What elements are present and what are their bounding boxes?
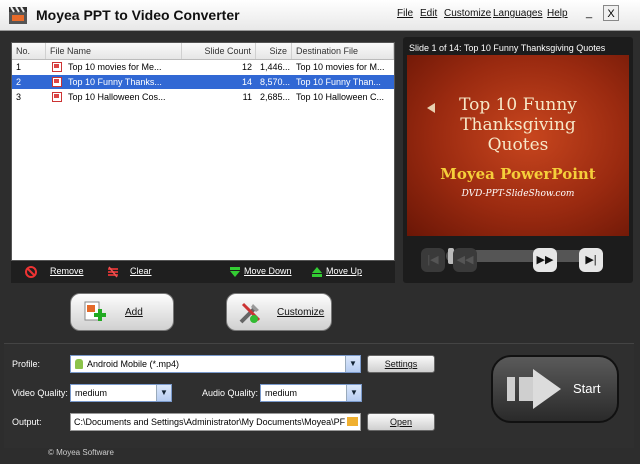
- col-size[interactable]: Size: [256, 43, 292, 59]
- copyright-text: © Moyea Software: [48, 448, 114, 457]
- col-no[interactable]: No.: [12, 43, 46, 59]
- slide-preview: Top 10 Funny Thanksgiving Quotes Moyea P…: [407, 55, 629, 236]
- first-slide-button[interactable]: |◀: [421, 248, 445, 272]
- output-label: Output:: [12, 417, 42, 427]
- slide-url-text: DVD-PPT-SlideShow.com: [461, 189, 575, 199]
- start-arrow-icon: [507, 369, 561, 409]
- skip-first-icon: |◀: [427, 254, 439, 266]
- slide-brand-text: Moyea PowerPoint: [440, 165, 596, 183]
- settings-button[interactable]: Settings: [367, 355, 435, 373]
- row-no: 2: [16, 77, 22, 87]
- arrow-down-icon: [230, 267, 240, 277]
- add-label: Add: [125, 307, 143, 318]
- open-button[interactable]: Open: [367, 413, 435, 431]
- customize-label: Customize: [277, 307, 325, 318]
- menu-help[interactable]: Help: [547, 8, 568, 19]
- audio-quality-select[interactable]: medium ▼: [260, 384, 362, 402]
- video-quality-label: Video Quality:: [12, 388, 68, 398]
- menu-file[interactable]: File: [397, 8, 413, 19]
- menu-customize[interactable]: Customize: [444, 8, 491, 19]
- ppt-file-icon: [52, 62, 62, 72]
- android-icon: [75, 359, 83, 369]
- ppt-file-icon: [52, 77, 62, 87]
- file-list-header: No. File Name Slide Count Size Destinati…: [12, 43, 394, 60]
- audio-quality-value: medium: [265, 388, 298, 398]
- profile-value: Android Mobile (*.mp4): [87, 359, 180, 369]
- col-slide-count[interactable]: Slide Count: [182, 43, 256, 59]
- output-path-value: C:\Documents and Settings\Administrator\…: [74, 417, 346, 427]
- menu-edit[interactable]: Edit: [420, 8, 437, 19]
- chevron-down-icon[interactable]: ▼: [345, 356, 360, 372]
- row-file-name: Top 10 Funny Thanks...: [68, 77, 162, 87]
- row-destination: Top 10 movies for M...: [296, 62, 385, 72]
- video-quality-value: medium: [75, 388, 108, 398]
- row-destination: Top 10 Funny Than...: [296, 77, 381, 87]
- file-list[interactable]: No. File Name Slide Count Size Destinati…: [11, 42, 395, 261]
- preview-title: Slide 1 of 14: Top 10 Funny Thanksgiving…: [409, 43, 606, 53]
- slide-text-line: Quotes: [487, 135, 549, 155]
- customize-button[interactable]: Customize: [226, 293, 332, 331]
- output-path-input[interactable]: C:\Documents and Settings\Administrator\…: [70, 413, 361, 431]
- remove-button[interactable]: Remove: [50, 266, 84, 276]
- tools-icon: [239, 302, 261, 324]
- table-row[interactable]: 1 Top 10 movies for Me... 12 1,446... To…: [12, 60, 394, 74]
- start-label: Start: [573, 381, 601, 396]
- list-toolbar: Remove Clear Move Down Move Up: [11, 261, 395, 283]
- remove-icon: [25, 266, 37, 278]
- table-row-selected[interactable]: 2 Top 10 Funny Thanks... 14 8,570... Top…: [12, 75, 394, 89]
- row-size: 2,685...: [260, 92, 291, 102]
- row-file-name: Top 10 Halloween Cos...: [68, 92, 166, 102]
- menu-languages[interactable]: Languages: [493, 8, 543, 19]
- row-destination: Top 10 Halloween C...: [296, 92, 385, 102]
- row-size: 8,570...: [260, 77, 291, 87]
- chevron-down-icon[interactable]: ▼: [156, 385, 171, 401]
- move-down-button[interactable]: Move Down: [244, 266, 292, 276]
- audio-quality-label: Audio Quality:: [202, 388, 259, 398]
- arrow-up-icon: [312, 267, 322, 277]
- profile-select[interactable]: Android Mobile (*.mp4) ▼: [70, 355, 361, 373]
- profile-label: Profile:: [12, 359, 41, 369]
- slide-text-line: Top 10 Funny: [459, 95, 577, 115]
- preview-panel: Slide 1 of 14: Top 10 Funny Thanksgiving…: [403, 37, 633, 283]
- clear-button[interactable]: Clear: [130, 266, 152, 276]
- start-button[interactable]: Start: [491, 355, 619, 423]
- move-up-button[interactable]: Move Up: [326, 266, 362, 276]
- row-no: 3: [16, 92, 22, 102]
- next-slide-button[interactable]: ▶▶: [533, 248, 557, 272]
- col-file-name[interactable]: File Name: [46, 43, 182, 59]
- ppt-file-icon: [52, 92, 62, 102]
- app-window: Moyea PPT to Video Converter File Edit C…: [0, 0, 640, 464]
- film-clapper-icon: [9, 6, 27, 24]
- prev-slide-button[interactable]: ◀◀: [453, 248, 477, 272]
- slide-text-line: Thanksgiving: [460, 115, 576, 135]
- row-size: 1,446...: [260, 62, 291, 72]
- add-ppt-icon: [84, 301, 106, 321]
- window-title: Moyea PPT to Video Converter: [36, 7, 240, 23]
- chevron-down-icon[interactable]: ▼: [346, 385, 361, 401]
- row-slide-count: 11: [242, 92, 252, 102]
- title-bar: Moyea PPT to Video Converter File Edit C…: [0, 0, 640, 31]
- table-row[interactable]: 3 Top 10 Halloween Cos... 11 2,685... To…: [12, 90, 394, 104]
- folder-icon[interactable]: [347, 417, 358, 426]
- add-button[interactable]: Add: [70, 293, 174, 331]
- skip-last-icon: ▶|: [585, 254, 597, 266]
- minimize-button[interactable]: _: [581, 5, 597, 21]
- close-button[interactable]: X: [603, 5, 619, 21]
- video-quality-select[interactable]: medium ▼: [70, 384, 172, 402]
- last-slide-button[interactable]: ▶|: [579, 248, 603, 272]
- col-destination[interactable]: Destination File: [292, 43, 394, 59]
- rewind-icon: ◀◀: [456, 254, 474, 266]
- row-slide-count: 12: [241, 62, 252, 72]
- row-file-name: Top 10 movies for Me...: [68, 62, 162, 72]
- clear-icon: [108, 266, 118, 278]
- row-no: 1: [16, 62, 22, 72]
- row-slide-count: 14: [241, 77, 252, 87]
- fast-forward-icon: ▶▶: [536, 254, 554, 266]
